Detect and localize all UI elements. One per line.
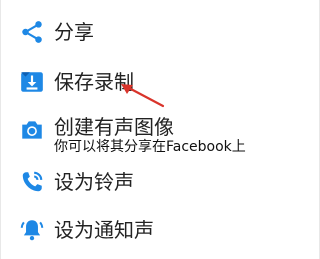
- camera-icon: [18, 116, 46, 144]
- menu-item-share[interactable]: 分享: [1, 16, 319, 48]
- phone-ring-icon: [18, 168, 46, 196]
- menu-item-label: 设为铃声: [54, 170, 134, 194]
- menu-item-create-sound-image[interactable]: 创建有声图像 你可以将其分享在Facebook上: [1, 112, 319, 158]
- save-download-icon: [18, 68, 46, 96]
- menu-item-set-ringtone[interactable]: 设为铃声: [1, 166, 319, 198]
- menu-item-set-notification[interactable]: 设为通知声: [1, 214, 319, 246]
- share-icon: [18, 18, 46, 46]
- menu-item-label: 分享: [54, 20, 94, 44]
- menu-item-sublabel: 你可以将其分享在Facebook上: [54, 139, 246, 155]
- bell-notification-icon: [18, 216, 46, 244]
- menu-item-save-recording[interactable]: 保存录制: [1, 66, 319, 98]
- menu-item-label: 创建有声图像: [54, 115, 174, 139]
- menu-item-label: 设为通知声: [54, 218, 154, 242]
- menu-item-label: 保存录制: [54, 70, 134, 94]
- context-menu: 分享 保存录制 创建有声图像 你可以将其分享在Facebook上 设为铃声 设为…: [0, 0, 320, 259]
